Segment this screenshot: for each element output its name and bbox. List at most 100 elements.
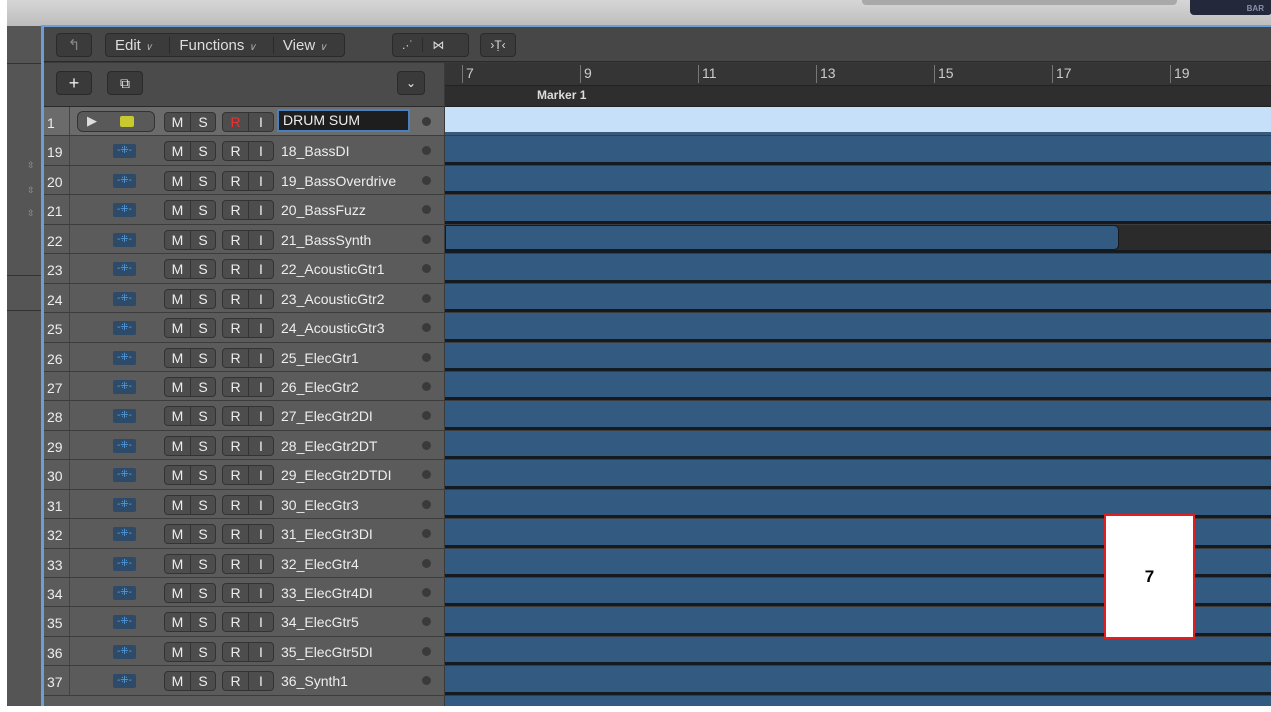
mute-button[interactable]: M (165, 142, 190, 160)
record-enable-button[interactable]: R (223, 172, 248, 190)
track-activity-dot[interactable] (422, 470, 431, 480)
track-row[interactable]: 1 ▶ M S R I DRUM SUM (44, 107, 1271, 137)
solo-button[interactable]: S (190, 642, 215, 661)
track-row[interactable]: 34 -⁜- M S R I 33_ElecGtr4DI (44, 578, 1271, 608)
solo-button[interactable]: S (190, 230, 215, 249)
solo-button[interactable]: S (190, 260, 215, 279)
mute-button[interactable]: M (165, 113, 190, 131)
track-row[interactable]: 25 -⁜- M S R I 24_AcousticGtr3 (44, 313, 1271, 343)
track-activity-dot[interactable] (422, 323, 431, 333)
audio-region[interactable] (445, 224, 1119, 251)
audio-region[interactable] (445, 401, 1271, 430)
track-name[interactable]: 22_AcousticGtr1 (281, 261, 385, 277)
track-name[interactable]: 19_BassOverdrive (281, 173, 396, 189)
input-monitor-button[interactable]: I (248, 171, 273, 190)
solo-button[interactable]: S (190, 525, 215, 544)
record-enable-button[interactable]: R (223, 525, 248, 543)
track-row[interactable]: 28 -⁜- M S R I 27_ElecGtr2DI (44, 401, 1271, 431)
record-enable-button[interactable]: R (223, 643, 248, 661)
mute-button[interactable]: M (165, 555, 190, 573)
record-enable-button[interactable]: R (223, 466, 248, 484)
track-row[interactable]: 20 -⁜- M S R I 19_BassOverdrive (44, 165, 1271, 196)
track-activity-dot[interactable] (422, 440, 431, 450)
mute-button[interactable]: M (165, 231, 190, 249)
mute-button[interactable]: M (165, 613, 190, 631)
mute-button[interactable]: M (165, 584, 190, 602)
track-name[interactable]: 32_ElecGtr4 (281, 556, 359, 572)
audio-region[interactable] (445, 342, 1271, 371)
track-activity-dot[interactable] (422, 676, 431, 686)
record-enable-button[interactable]: R (223, 613, 248, 631)
track-row-partial[interactable] (44, 695, 1271, 706)
track-header-cell[interactable]: 1 ▶ M S R I DRUM SUM (44, 107, 444, 136)
track-name[interactable]: 31_ElecGtr3DI (281, 526, 373, 542)
audio-region[interactable] (445, 371, 1271, 401)
input-monitor-button[interactable]: I (248, 142, 273, 161)
input-monitor-button[interactable]: I (248, 554, 273, 573)
record-enable-button[interactable]: R (223, 142, 248, 160)
track-lane[interactable] (445, 224, 1271, 254)
track-activity-dot[interactable] (422, 352, 431, 362)
track-name[interactable]: 28_ElecGtr2DT (281, 438, 377, 454)
audio-region[interactable] (445, 165, 1271, 195)
input-monitor-button[interactable]: I (248, 348, 273, 367)
mute-button[interactable]: M (165, 466, 190, 484)
track-row[interactable]: 30 -⁜- M S R I 29_ElecGtr2DTDI (44, 460, 1271, 490)
solo-button[interactable]: S (190, 436, 215, 455)
track-name[interactable]: 24_AcousticGtr3 (281, 320, 385, 336)
audio-region[interactable] (445, 195, 1271, 224)
track-header-cell[interactable]: 29 -⁜- M S R I 28_ElecGtr2DT (44, 430, 444, 460)
track-row[interactable]: 19 -⁜- M S R I 18_BassDI (44, 136, 1271, 166)
input-monitor-button[interactable]: I (248, 319, 273, 338)
track-row[interactable]: 32 -⁜- M S R I 31_ElecGtr3DI (44, 519, 1271, 549)
timeline-ruler[interactable]: 7 9 11 13 15 17 19 Marker 1 (445, 63, 1271, 107)
track-row[interactable]: 27 -⁜- M S R I 26_ElecGtr2 (44, 371, 1271, 402)
solo-button[interactable]: S (190, 113, 215, 131)
flex-icon[interactable]: ⋈ (422, 38, 453, 52)
audio-region[interactable] (445, 136, 1271, 165)
track-name[interactable]: 25_ElecGtr1 (281, 350, 359, 366)
track-activity-dot[interactable] (422, 617, 431, 627)
record-enable-button[interactable]: R (223, 496, 248, 514)
solo-button[interactable]: S (190, 142, 215, 161)
track-row[interactable]: 37 -⁜- M S R I 36_Synth1 (44, 666, 1271, 696)
track-header-cell[interactable]: 31 -⁜- M S R I 30_ElecGtr3 (44, 489, 444, 519)
input-monitor-button[interactable]: I (248, 584, 273, 602)
mute-button[interactable]: M (165, 349, 190, 367)
record-enable-button[interactable]: R (223, 584, 248, 602)
track-row[interactable]: 35 -⁜- M S R I 34_ElecGtr5 (44, 607, 1271, 637)
record-enable-button[interactable]: R (223, 290, 248, 308)
mute-button[interactable]: M (165, 672, 190, 690)
track-activity-dot[interactable] (422, 588, 431, 597)
solo-button[interactable]: S (190, 613, 215, 632)
solo-button[interactable]: S (190, 319, 215, 338)
track-header-cell[interactable]: 19 -⁜- M S R I 18_BassDI (44, 136, 444, 165)
track-header-cell[interactable]: 24 -⁜- M S R I 23_AcousticGtr2 (44, 283, 444, 313)
catch-button[interactable]: ›Ṭ‹ (480, 33, 516, 57)
track-name[interactable]: 26_ElecGtr2 (281, 379, 359, 395)
track-header-cell[interactable]: 33 -⁜- M S R I 32_ElecGtr4 (44, 548, 444, 577)
input-monitor-button[interactable]: I (248, 289, 273, 308)
solo-button[interactable]: S (190, 348, 215, 367)
stepper-icon[interactable]: ⇳ (27, 160, 35, 171)
track-name[interactable]: 21_BassSynth (281, 232, 371, 248)
track-header-cell[interactable]: 28 -⁜- M S R I 27_ElecGtr2DI (44, 401, 444, 430)
track-row[interactable]: 31 -⁜- M S R I 30_ElecGtr3 (44, 489, 1271, 520)
input-monitor-button[interactable]: I (248, 260, 273, 279)
mute-button[interactable]: M (165, 201, 190, 219)
track-name[interactable]: 30_ElecGtr3 (281, 497, 359, 513)
track-name[interactable]: 20_BassFuzz (281, 202, 366, 218)
track-name[interactable]: 35_ElecGtr5DI (281, 644, 373, 660)
track-row[interactable]: 22 -⁜- M S R I 21_BassSynth (44, 224, 1271, 255)
input-monitor-button[interactable]: I (248, 230, 273, 249)
record-enable-button[interactable]: R (223, 201, 248, 219)
track-activity-dot[interactable] (422, 411, 431, 421)
track-row[interactable]: 24 -⁜- M S R I 23_AcousticGtr2 (44, 283, 1271, 314)
input-monitor-button[interactable]: I (248, 436, 273, 455)
track-row[interactable]: 21 -⁜- M S R I 20_BassFuzz (44, 195, 1271, 225)
record-enable-button[interactable]: R (223, 113, 248, 131)
track-row[interactable]: 26 -⁜- M S R I 25_ElecGtr1 (44, 342, 1271, 372)
track-activity-dot[interactable] (422, 175, 431, 185)
record-enable-button[interactable]: R (223, 319, 248, 337)
mute-button[interactable]: M (165, 407, 190, 425)
